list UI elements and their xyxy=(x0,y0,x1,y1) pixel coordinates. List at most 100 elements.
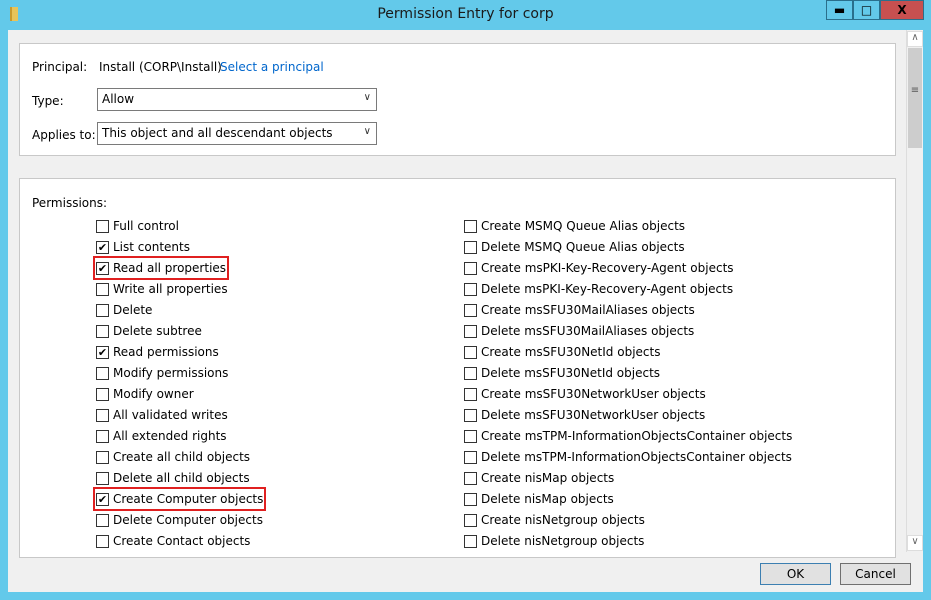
permission-left-item[interactable]: Delete Computer objects xyxy=(96,511,263,529)
permission-right-item[interactable]: Create MSMQ Queue Alias objects xyxy=(464,217,685,235)
permission-left-item[interactable]: Create all child objects xyxy=(96,448,250,466)
permission-left-item[interactable]: Delete subtree xyxy=(96,322,202,340)
permission-label: Delete xyxy=(113,303,153,317)
checkbox-unchecked[interactable] xyxy=(464,366,477,380)
checkbox-unchecked[interactable] xyxy=(464,240,477,254)
checkbox-unchecked[interactable] xyxy=(464,534,477,548)
checkbox-unchecked[interactable] xyxy=(96,387,109,401)
checkbox-unchecked[interactable] xyxy=(96,324,109,338)
permission-right-item[interactable]: Delete msPKI-Key-Recovery-Agent objects xyxy=(464,280,733,298)
checkbox-unchecked[interactable] xyxy=(464,324,477,338)
select-principal-link[interactable]: Select a principal xyxy=(220,60,324,74)
checkbox-unchecked[interactable] xyxy=(96,303,109,317)
permission-label: Delete all child objects xyxy=(113,471,250,485)
principal-value: Install (CORP\Install) xyxy=(99,60,222,74)
checkbox-unchecked[interactable] xyxy=(464,513,477,527)
permission-right-item[interactable]: Delete nisMap objects xyxy=(464,490,614,508)
cancel-button[interactable]: Cancel xyxy=(840,563,911,585)
permissions-panel: Permissions: Full control ✔ List contents ✔… xyxy=(19,178,896,558)
chevron-down-icon: ∨ xyxy=(363,126,371,137)
checkbox-unchecked[interactable] xyxy=(96,366,109,380)
permission-left-item[interactable]: ✔ Read all properties xyxy=(92,256,230,280)
checkbox-unchecked[interactable] xyxy=(96,450,109,464)
scroll-up-icon[interactable]: ∧ xyxy=(907,31,923,47)
checkbox-unchecked[interactable] xyxy=(96,429,109,443)
maximize-button[interactable]: □ xyxy=(853,0,880,20)
permission-label: Delete msSFU30MailAliases objects xyxy=(481,324,695,338)
checkbox-unchecked[interactable] xyxy=(96,513,109,527)
checkbox-checked[interactable]: ✔ xyxy=(96,240,109,254)
permission-left-item[interactable]: Modify permissions xyxy=(96,364,228,382)
checkbox-unchecked[interactable] xyxy=(464,492,477,506)
minimize-button[interactable]: ▬ xyxy=(826,0,853,20)
permission-left-item[interactable]: Modify owner xyxy=(96,385,194,403)
permission-label: Create msSFU30NetworkUser objects xyxy=(481,387,706,401)
permission-label: Create Computer objects xyxy=(113,492,264,506)
permission-left-item[interactable]: ✔ Create Computer objects xyxy=(92,487,267,511)
type-value: Allow xyxy=(102,92,135,106)
permission-label: Delete nisMap objects xyxy=(481,492,614,506)
permission-right-item[interactable]: Delete MSMQ Queue Alias objects xyxy=(464,238,685,256)
checkbox-unchecked[interactable] xyxy=(464,261,477,275)
checkbox-unchecked[interactable] xyxy=(464,345,477,359)
permission-left-item[interactable]: Full control xyxy=(96,217,179,235)
permission-label: Delete MSMQ Queue Alias objects xyxy=(481,240,685,254)
permission-label: Modify owner xyxy=(113,387,194,401)
permission-right-item[interactable]: Delete nisNetgroup objects xyxy=(464,532,644,550)
permission-right-item[interactable]: Delete msSFU30NetId objects xyxy=(464,364,660,382)
permission-right-item[interactable]: Create nisMap objects xyxy=(464,469,614,487)
checkbox-unchecked[interactable] xyxy=(464,303,477,317)
principal-label: Principal: xyxy=(32,60,88,74)
permission-right-item[interactable]: Delete msSFU30MailAliases objects xyxy=(464,322,694,340)
type-select[interactable]: Allow ∨ xyxy=(97,88,377,111)
permission-left-item[interactable]: Create Contact objects xyxy=(96,532,250,550)
permission-label: Delete msSFU30NetworkUser objects xyxy=(481,408,706,422)
ok-button[interactable]: OK xyxy=(760,563,831,585)
checkbox-unchecked[interactable] xyxy=(96,282,109,296)
checkbox-unchecked[interactable] xyxy=(464,450,477,464)
applies-to-select[interactable]: This object and all descendant objects ∨ xyxy=(97,122,377,145)
checkbox-unchecked[interactable] xyxy=(96,534,109,548)
checkbox-unchecked[interactable] xyxy=(96,219,109,233)
applies-to-label: Applies to: xyxy=(32,128,96,142)
checkbox-checked[interactable]: ✔ xyxy=(96,345,109,359)
permission-label: Create all child objects xyxy=(113,450,251,464)
permission-right-item[interactable]: Create msPKI-Key-Recovery-Agent objects xyxy=(464,259,734,277)
permission-right-item[interactable]: Create msTPM-InformationObjectsContainer… xyxy=(464,427,792,445)
checkbox-checked[interactable]: ✔ xyxy=(96,261,109,275)
permission-label: Delete Computer objects xyxy=(113,513,263,527)
permission-left-item[interactable]: All extended rights xyxy=(96,427,227,445)
scroll-down-icon[interactable]: ∨ xyxy=(907,535,923,551)
permission-right-item[interactable]: Create msSFU30MailAliases objects xyxy=(464,301,695,319)
checkbox-unchecked[interactable] xyxy=(96,471,109,485)
checkbox-checked[interactable]: ✔ xyxy=(96,492,109,506)
checkbox-unchecked[interactable] xyxy=(464,408,477,422)
permission-left-item[interactable]: ✔ Read permissions xyxy=(96,343,219,361)
vertical-scrollbar[interactable]: ∧ ≡ ∨ xyxy=(906,30,923,552)
checkbox-unchecked[interactable] xyxy=(464,282,477,296)
permission-left-item[interactable]: Write all properties xyxy=(96,280,228,298)
permission-left-item[interactable]: Delete all child objects xyxy=(96,469,250,487)
permission-right-item[interactable]: Create msSFU30NetworkUser objects xyxy=(464,385,706,403)
close-button[interactable]: X xyxy=(880,0,924,20)
permission-label: Read permissions xyxy=(113,345,219,359)
checkbox-unchecked[interactable] xyxy=(464,429,477,443)
checkbox-unchecked[interactable] xyxy=(464,471,477,485)
permission-right-item[interactable]: Delete msTPM-InformationObjectsContainer… xyxy=(464,448,792,466)
applies-to-value: This object and all descendant objects xyxy=(102,126,333,140)
permission-label: List contents xyxy=(113,240,190,254)
permission-right-item[interactable]: Create msSFU30NetId objects xyxy=(464,343,660,361)
checkbox-unchecked[interactable] xyxy=(464,219,477,233)
permission-left-item[interactable]: All validated writes xyxy=(96,406,228,424)
scroll-thumb[interactable]: ≡ xyxy=(908,48,922,148)
permission-label: All extended rights xyxy=(113,429,227,443)
checkbox-unchecked[interactable] xyxy=(96,408,109,422)
permission-label: Write all properties xyxy=(113,282,228,296)
permission-label: All validated writes xyxy=(113,408,228,422)
checkbox-unchecked[interactable] xyxy=(464,387,477,401)
permission-left-item[interactable]: ✔ List contents xyxy=(96,238,190,256)
permission-left-item[interactable]: Delete xyxy=(96,301,152,319)
permission-right-item[interactable]: Delete msSFU30NetworkUser objects xyxy=(464,406,705,424)
permission-right-item[interactable]: Create nisNetgroup objects xyxy=(464,511,645,529)
permission-label: Delete subtree xyxy=(113,324,202,338)
